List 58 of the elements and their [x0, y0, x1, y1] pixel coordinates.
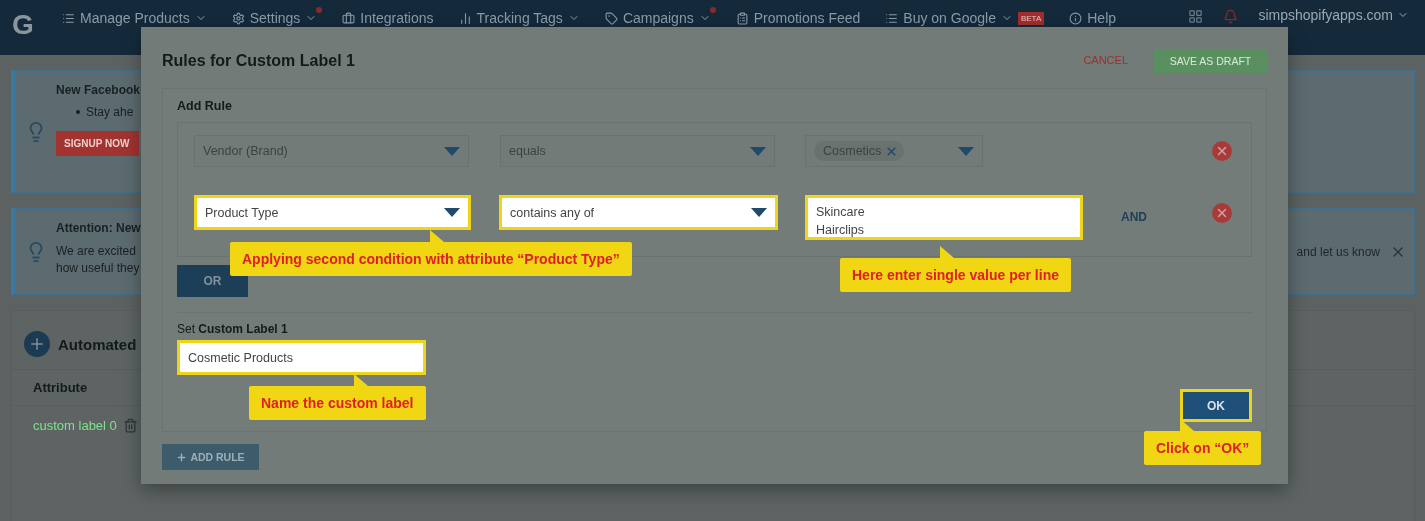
table-cell: custom label 0 — [33, 418, 117, 433]
list-icon — [62, 11, 75, 25]
field-label: Set Custom Label 1 — [177, 322, 289, 336]
notice-text: and let us know — [1296, 244, 1380, 259]
operator-select[interactable]: contains any of — [499, 195, 778, 230]
grid-icon[interactable] — [1188, 9, 1204, 24]
nav-item[interactable]: Integrations — [342, 7, 439, 26]
save-draft-button[interactable]: SAVE AS DRAFT — [1154, 48, 1267, 73]
nav-item[interactable]: Tracking Tags — [458, 7, 585, 26]
notice-title: Attention: New — [56, 221, 141, 235]
remove-icon[interactable] — [1212, 141, 1232, 161]
notice-text: Stay ahe — [86, 105, 134, 119]
values-textarea[interactable]: Skincare Hairclips — [805, 195, 1083, 240]
signup-button[interactable]: SIGNUP NOW — [56, 131, 140, 156]
ok-button[interactable]: OK — [1180, 389, 1252, 422]
trash-icon[interactable] — [122, 418, 138, 433]
notification-dot — [316, 7, 323, 13]
add-rule-button[interactable]: ADD RULE — [162, 444, 259, 470]
modal-title: Rules for Custom Label 1 — [162, 50, 356, 70]
caret-icon — [444, 208, 460, 217]
nav-item[interactable]: Promotions Feed — [735, 7, 866, 26]
nav-item[interactable]: Buy on Google BETA — [885, 7, 1050, 26]
info-icon — [1069, 11, 1083, 25]
caret-icon — [750, 146, 766, 156]
gear-icon — [231, 11, 245, 25]
caret-icon — [444, 146, 460, 156]
add-icon[interactable] — [24, 331, 50, 357]
nav-item[interactable]: Help — [1069, 7, 1122, 26]
notice-text: how useful they — [56, 260, 140, 277]
notice-text: We are excited — [56, 243, 136, 260]
notification-dot — [709, 7, 716, 13]
beta-badge: BETA — [1017, 11, 1045, 25]
callout: Name the custom label — [249, 374, 426, 420]
tag-icon — [604, 11, 618, 25]
nav-item[interactable]: Campaigns — [604, 7, 716, 26]
section-title: Add Rule — [177, 99, 233, 113]
caret-icon — [751, 208, 767, 217]
plus-icon — [176, 451, 188, 463]
or-button[interactable]: OR — [177, 265, 248, 297]
caret-icon — [958, 146, 974, 156]
notice-title: New Facebook — [56, 83, 141, 97]
label-input[interactable]: Cosmetic Products — [177, 340, 426, 375]
list-icon — [885, 11, 899, 25]
account-menu[interactable]: simpshopifyapps.com — [1258, 7, 1425, 23]
nav-item[interactable]: Settings — [231, 7, 323, 26]
nav-item[interactable]: Manage Products — [62, 7, 212, 26]
clipboard-icon — [735, 11, 749, 25]
callout: Click on “OK” — [1144, 419, 1262, 465]
bar-chart-icon — [458, 11, 472, 25]
remove-icon[interactable] — [1212, 203, 1232, 223]
attribute-select[interactable]: Product Type — [194, 195, 471, 230]
bullet-icon — [76, 110, 80, 114]
section-title: Automated — [58, 335, 137, 353]
and-label: AND — [1120, 209, 1148, 224]
briefcase-icon — [342, 11, 356, 25]
bell-icon[interactable] — [1223, 9, 1239, 24]
logo[interactable]: G — [12, 10, 42, 40]
callout: Here enter single value per line — [840, 246, 1071, 292]
